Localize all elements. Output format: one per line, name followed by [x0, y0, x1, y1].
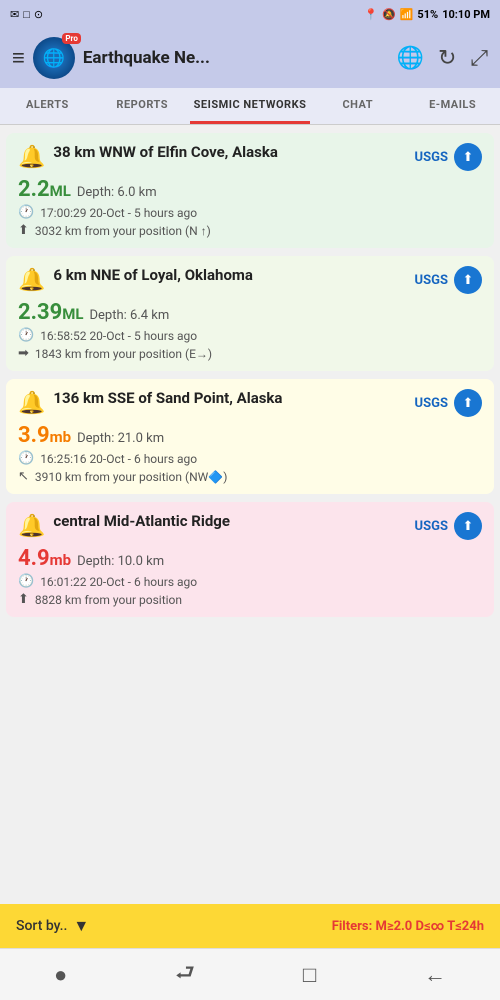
- compass-icon: ↖: [18, 469, 29, 484]
- source-badge[interactable]: USGS: [415, 519, 448, 534]
- tab-reports[interactable]: REPORTS: [95, 88, 190, 124]
- compass-icon: ⬆: [18, 223, 29, 238]
- eq-time: 🕐 16:25:16 20-Oct - 6 hours ago: [18, 451, 482, 466]
- eq-magnitude: 3.9mbDepth: 21.0 km: [18, 423, 164, 448]
- eq-mag-row: 3.9mbDepth: 21.0 km: [18, 423, 482, 448]
- clock-icon: 🕐: [18, 328, 34, 343]
- eq-magnitude: 2.2MLDepth: 6.0 km: [18, 177, 157, 202]
- tab-chat[interactable]: CHAT: [310, 88, 405, 124]
- nav-dot-button[interactable]: ●: [42, 958, 79, 992]
- globe-button[interactable]: 🌐: [397, 46, 424, 71]
- chevron-down-icon: ▼: [73, 916, 89, 936]
- share-button[interactable]: ⬆: [454, 512, 482, 540]
- eq-location-text: central Mid-Atlantic Ridge: [53, 512, 230, 532]
- header: ≡ 🌐 Earthquake Ne... 🌐 ↻ ⤢: [0, 28, 500, 88]
- location-row: 🔔 136 km SSE of Sand Point, Alaska: [18, 389, 409, 416]
- refresh-button[interactable]: ↻: [438, 46, 456, 71]
- app-logo: 🌐: [33, 37, 75, 79]
- filter-mag: 2.0: [394, 919, 413, 934]
- earthquake-icon: 🔔: [18, 391, 45, 416]
- eq-distance: ↖ 3910 km from your position (NW🔷): [18, 469, 482, 484]
- eq-distance: ➡ 1843 km from your position (E→): [18, 346, 482, 361]
- eq-magnitude: 4.9mbDepth: 10.0 km: [18, 546, 164, 571]
- screen-icon: □: [23, 8, 30, 21]
- share-button[interactable]: ⬆: [454, 389, 482, 417]
- status-bar-left: ✉ □ ⊙: [10, 8, 43, 21]
- eq-mag-row: 2.2MLDepth: 6.0 km: [18, 177, 482, 202]
- earthquake-card[interactable]: 🔔 central Mid-Atlantic Ridge USGS ⬆ 4.9m…: [6, 502, 494, 617]
- clock-icon: 🕐: [18, 574, 34, 589]
- card-header: 🔔 38 km WNW of Elfin Cove, Alaska USGS ⬆: [18, 143, 482, 171]
- sort-label: Sort by..: [16, 918, 67, 934]
- tab-seismic-networks[interactable]: SEISMIC NETWORKS: [190, 88, 311, 124]
- earthquake-card[interactable]: 🔔 6 km NNE of Loyal, Oklahoma USGS ⬆ 2.3…: [6, 256, 494, 371]
- app-title: Earthquake Ne...: [83, 48, 389, 68]
- nav-recent-button[interactable]: ⮐: [163, 952, 207, 998]
- eq-time: 🕐 16:01:22 20-Oct - 6 hours ago: [18, 574, 482, 589]
- nav-bar: ● ⮐ □ ←: [0, 948, 500, 1000]
- source-share: USGS ⬆: [415, 266, 482, 294]
- card-header: 🔔 central Mid-Atlantic Ridge USGS ⬆: [18, 512, 482, 540]
- menu-button[interactable]: ≡: [12, 45, 25, 71]
- source-badge[interactable]: USGS: [415, 150, 448, 165]
- eq-location-text: 38 km WNW of Elfin Cove, Alaska: [53, 143, 278, 163]
- status-bar: ✉ □ ⊙ 📍 🔕 📶 51% 10:10 PM: [0, 0, 500, 28]
- filter-rest: D≤∞ T≤24h: [412, 919, 484, 934]
- eq-magnitude: 2.39MLDepth: 6.4 km: [18, 300, 169, 325]
- source-badge[interactable]: USGS: [415, 396, 448, 411]
- share-button[interactable]: ⬆: [454, 143, 482, 171]
- tab-emails[interactable]: E-MAILS: [405, 88, 500, 124]
- eq-location-text: 136 km SSE of Sand Point, Alaska: [53, 389, 282, 409]
- source-share: USGS ⬆: [415, 143, 482, 171]
- eq-mag-row: 2.39MLDepth: 6.4 km: [18, 300, 482, 325]
- earthquake-icon: 🔔: [18, 514, 45, 539]
- earthquake-icon: 🔔: [18, 268, 45, 293]
- gps-icon: 📍: [364, 8, 378, 21]
- clock-icon: 🕐: [18, 451, 34, 466]
- source-badge[interactable]: USGS: [415, 273, 448, 288]
- location-row: 🔔 38 km WNW of Elfin Cove, Alaska: [18, 143, 409, 170]
- nav-back-button[interactable]: ←: [412, 958, 458, 992]
- compass-icon: ⬆: [18, 592, 29, 607]
- location-row: 🔔 central Mid-Atlantic Ridge: [18, 512, 409, 539]
- clock-icon: 🕐: [18, 205, 34, 220]
- expand-button[interactable]: ⤢: [470, 46, 488, 71]
- share-button[interactable]: ⬆: [454, 266, 482, 294]
- earthquake-card[interactable]: 🔔 38 km WNW of Elfin Cove, Alaska USGS ⬆…: [6, 133, 494, 248]
- filter-prefix: Filters: M≥: [332, 919, 394, 934]
- earthquake-card[interactable]: 🔔 136 km SSE of Sand Point, Alaska USGS …: [6, 379, 494, 494]
- battery-text: 51%: [417, 8, 438, 21]
- nav-home-button[interactable]: □: [291, 958, 328, 992]
- eq-distance: ⬆ 8828 km from your position: [18, 592, 482, 607]
- eq-location-text: 6 km NNE of Loyal, Oklahoma: [53, 266, 253, 286]
- location-row: 🔔 6 km NNE of Loyal, Oklahoma: [18, 266, 409, 293]
- time-text: 10:10 PM: [442, 8, 490, 21]
- bottom-bar: Sort by.. ▼ Filters: M≥2.0 D≤∞ T≤24h: [0, 904, 500, 948]
- source-share: USGS ⬆: [415, 512, 482, 540]
- eq-time: 🕐 17:00:29 20-Oct - 5 hours ago: [18, 205, 482, 220]
- sort-by-button[interactable]: Sort by.. ▼: [16, 916, 89, 936]
- filter-display: Filters: M≥2.0 D≤∞ T≤24h: [332, 919, 484, 934]
- earthquake-list: 🔔 38 km WNW of Elfin Cove, Alaska USGS ⬆…: [0, 125, 500, 904]
- email-icon: ✉: [10, 8, 19, 21]
- eq-distance: ⬆ 3032 km from your position (N ↑): [18, 223, 482, 238]
- header-icons: 🌐 ↻ ⤢: [397, 46, 488, 71]
- compass-icon: ➡: [18, 346, 29, 361]
- eq-time: 🕐 16:58:52 20-Oct - 5 hours ago: [18, 328, 482, 343]
- eq-mag-row: 4.9mbDepth: 10.0 km: [18, 546, 482, 571]
- mute-icon: 🔕: [382, 8, 396, 21]
- wifi-icon: 📶: [400, 8, 414, 21]
- location-icon: ⊙: [34, 8, 43, 21]
- card-header: 🔔 6 km NNE of Loyal, Oklahoma USGS ⬆: [18, 266, 482, 294]
- card-header: 🔔 136 km SSE of Sand Point, Alaska USGS …: [18, 389, 482, 417]
- tabs-bar: ALERTS REPORTS SEISMIC NETWORKS CHAT E-M…: [0, 88, 500, 125]
- tab-alerts[interactable]: ALERTS: [0, 88, 95, 124]
- source-share: USGS ⬆: [415, 389, 482, 417]
- earthquake-icon: 🔔: [18, 145, 45, 170]
- status-bar-right: 📍 🔕 📶 51% 10:10 PM: [364, 8, 490, 21]
